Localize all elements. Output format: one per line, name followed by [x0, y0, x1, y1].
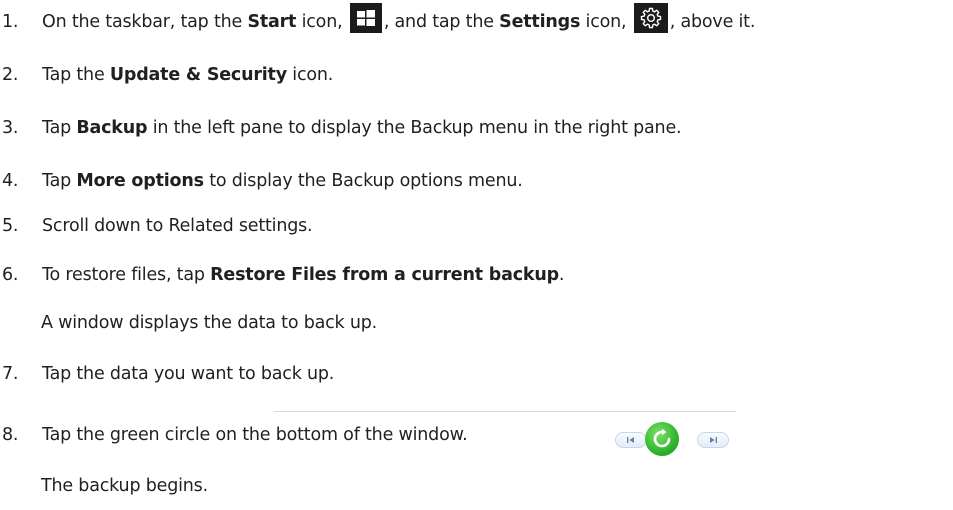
- step-6: 6. To restore files, tap Restore Files fr…: [0, 263, 565, 287]
- step-8-note: The backup begins.: [41, 476, 208, 496]
- green-circle-refresh-icon: [653, 428, 671, 448]
- step-2: 2. Tap the Update & Security icon.: [0, 63, 333, 87]
- backup-player-controls: [274, 411, 736, 456]
- step-number: 2.: [2, 65, 19, 85]
- step-number: 6.: [2, 265, 19, 285]
- step-text: Tap the data you want to back up.: [42, 364, 335, 384]
- step-text: Scroll down to Related settings.: [42, 216, 313, 236]
- step-5: 5. Scroll down to Related settings.: [0, 214, 313, 238]
- settings-label: Settings: [499, 12, 581, 32]
- backup-label: Backup: [76, 118, 148, 138]
- skip-next-button[interactable]: [697, 432, 729, 448]
- skip-next-icon: [710, 437, 717, 443]
- step-number: 7.: [2, 364, 19, 384]
- step-text: Tap the: [42, 65, 110, 85]
- step-number: 8.: [2, 425, 19, 445]
- step-number: 3.: [2, 118, 19, 138]
- step-text: To restore files, tap: [42, 265, 211, 285]
- settings-gear-icon: [633, 3, 668, 33]
- step-1: 1. On the taskbar, tap the Start icon, , …: [0, 3, 756, 34]
- step-text: icon,: [580, 12, 632, 32]
- step-4: 4. Tap More options to display the Backup…: [0, 169, 523, 193]
- more-options-label: More options: [76, 171, 204, 191]
- update-security-label: Update & Security: [109, 65, 287, 85]
- step-text: Tap: [42, 171, 77, 191]
- step-text: On the taskbar, tap the: [42, 12, 248, 32]
- step-number: 1.: [2, 12, 19, 32]
- step-3: 3. Tap Backup in the left pane to display…: [0, 116, 682, 140]
- divider: [274, 411, 736, 412]
- restore-files-label: Restore Files from a current backup: [210, 265, 559, 285]
- start-backup-button[interactable]: [645, 422, 679, 456]
- step-text: , above it.: [669, 12, 756, 32]
- step-text: icon.: [286, 65, 334, 85]
- step-text: icon,: [296, 12, 348, 32]
- step-text: Tap: [42, 118, 77, 138]
- step-number: 5.: [2, 216, 19, 236]
- step-text: , and tap the: [383, 12, 500, 32]
- skip-previous-button[interactable]: [615, 432, 647, 448]
- step-text: in the left pane to display the Backup m…: [147, 118, 682, 138]
- windows-start-icon: [349, 3, 382, 33]
- skip-previous-icon: [627, 437, 634, 443]
- step-text: .: [558, 265, 565, 285]
- step-number: 4.: [2, 171, 19, 191]
- start-label: Start: [247, 12, 297, 32]
- step-text: to display the Backup options menu.: [203, 171, 523, 191]
- step-7: 7. Tap the data you want to back up.: [0, 362, 334, 386]
- step-6-note: A window displays the data to back up.: [41, 313, 378, 333]
